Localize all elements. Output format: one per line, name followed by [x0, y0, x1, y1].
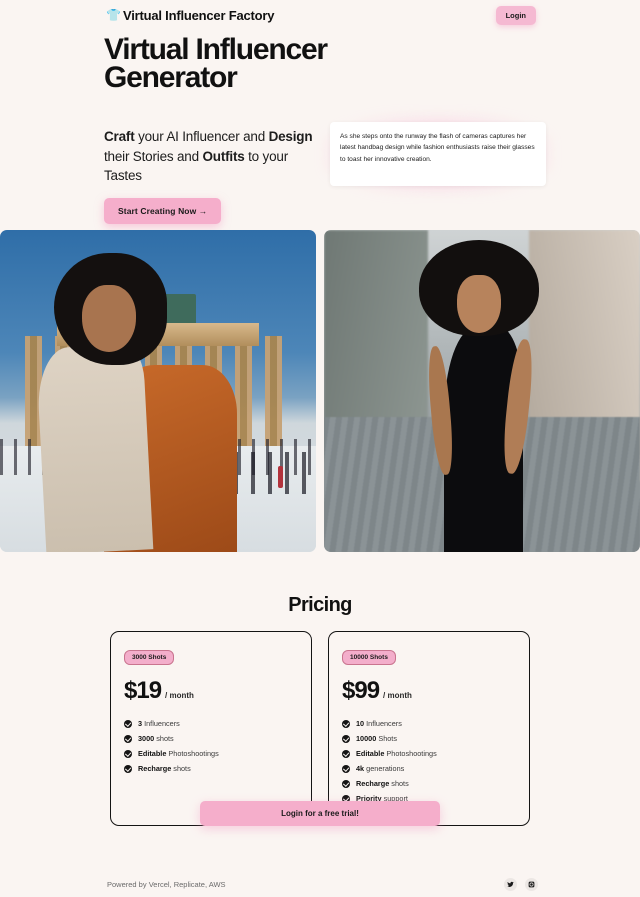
twitter-icon[interactable]: [504, 878, 517, 891]
site-footer: Powered by Vercel, Replicate, AWS: [0, 872, 640, 897]
plan-amount: $19: [124, 677, 162, 704]
sample-prompt-card: As she steps onto the runway the flash o…: [324, 114, 552, 194]
plan-price: $99 / month: [342, 677, 516, 705]
check-icon: [124, 719, 132, 728]
feature-value: 10: [356, 719, 365, 728]
model-face-right: [456, 275, 501, 334]
list-item: 10 Influencers: [342, 719, 516, 728]
pricing-card-basic[interactable]: 3000 Shots $19 / month 3 Influencers 300…: [110, 631, 312, 826]
check-icon: [124, 764, 132, 773]
start-creating-button[interactable]: Start Creating Now →: [104, 198, 222, 224]
list-item: Recharge shots: [124, 764, 298, 773]
feature-label: Photoshootings: [384, 749, 437, 758]
list-item: 3000 shots: [124, 734, 298, 743]
feature-label: generations: [364, 764, 405, 773]
check-icon: [342, 764, 350, 773]
pricing-card-pro[interactable]: 10000 Shots $99 / month 10 Influencers 1…: [328, 631, 530, 826]
site-header: 👕 Virtual Influencer Factory Login: [0, 0, 640, 30]
list-item: Editable Photoshootings: [124, 749, 298, 758]
check-icon: [342, 719, 350, 728]
feature-label: shots: [389, 779, 409, 788]
list-item: 10000 Shots: [342, 734, 516, 743]
footer-credits: Powered by Vercel, Replicate, AWS: [107, 880, 226, 889]
check-icon: [342, 734, 350, 743]
instagram-icon[interactable]: [525, 878, 538, 891]
hero-section: Virtual Influencer Generator Craft your …: [0, 30, 640, 230]
hero-subtitle: Craft your AI Influencer and Design thei…: [104, 127, 329, 186]
plan-feature-list: 10 Influencers 10000 Shots Editable Phot…: [342, 719, 516, 803]
feature-value: Editable: [138, 749, 167, 758]
list-item: 3 Influencers: [124, 719, 298, 728]
pricing-title: Pricing: [288, 594, 352, 616]
plan-period: / month: [165, 691, 194, 700]
pricing-plans: 3000 Shots $19 / month 3 Influencers 300…: [110, 631, 530, 826]
hero-sub-text-2: their Stories and: [104, 148, 203, 164]
hero-sub-bold-3: Outfits: [202, 148, 245, 164]
feature-label: shots: [154, 734, 174, 743]
brand-name: Virtual Influencer Factory: [122, 7, 275, 23]
gallery-section: [0, 230, 640, 552]
model-face-left: [82, 284, 136, 353]
sample-prompt-text: As she steps onto the runway the flash o…: [330, 122, 546, 186]
feature-value: Recharge: [356, 779, 390, 788]
list-item: Editable Photoshootings: [342, 749, 516, 758]
feature-label: shots: [171, 764, 191, 773]
tshirt-icon: 👕: [106, 8, 121, 22]
check-icon: [342, 749, 350, 758]
list-item: 4k generations: [342, 764, 516, 773]
landing-page: 👕 Virtual Influencer Factory Login Virtu…: [0, 0, 640, 897]
plan-amount: $99: [342, 677, 380, 704]
plan-feature-list: 3 Influencers 3000 shots Editable Photos…: [124, 719, 298, 773]
page-title: Virtual Influencer Generator: [104, 33, 328, 95]
list-item: Recharge shots: [342, 779, 516, 788]
feature-label: Shots: [376, 734, 397, 743]
gallery-image-left: [0, 230, 316, 552]
free-trial-button[interactable]: Login for a free trial!: [200, 801, 440, 826]
feature-label: Influencers: [142, 719, 180, 728]
gallery-image-right: [324, 230, 640, 552]
feature-label: Photoshootings: [166, 749, 219, 758]
feature-label: Influencers: [364, 719, 402, 728]
hero-sub-bold-2: Design: [268, 129, 313, 144]
feature-value: 3000: [138, 734, 155, 743]
social-links: [504, 878, 538, 891]
check-icon: [342, 779, 350, 788]
status-badge: 10000 Shots: [342, 650, 396, 665]
status-badge: 3000 Shots: [124, 650, 175, 665]
plan-price: $19 / month: [124, 677, 298, 705]
login-button[interactable]: Login: [495, 5, 536, 25]
feature-value: 10000: [356, 734, 377, 743]
feature-value: Editable: [356, 749, 385, 758]
hero-sub-bold-1: Craft: [104, 129, 135, 144]
check-icon: [124, 749, 132, 758]
feature-value: Recharge: [138, 764, 172, 773]
cream-scarf: [35, 343, 154, 552]
plan-period: / month: [383, 691, 412, 700]
check-icon: [124, 734, 132, 743]
red-clothing-figure: [278, 465, 284, 488]
hero-sub-text-1: your AI Influencer and: [134, 129, 269, 144]
feature-value: 4k: [356, 764, 365, 773]
brand-logo[interactable]: 👕 Virtual Influencer Factory: [106, 8, 274, 23]
